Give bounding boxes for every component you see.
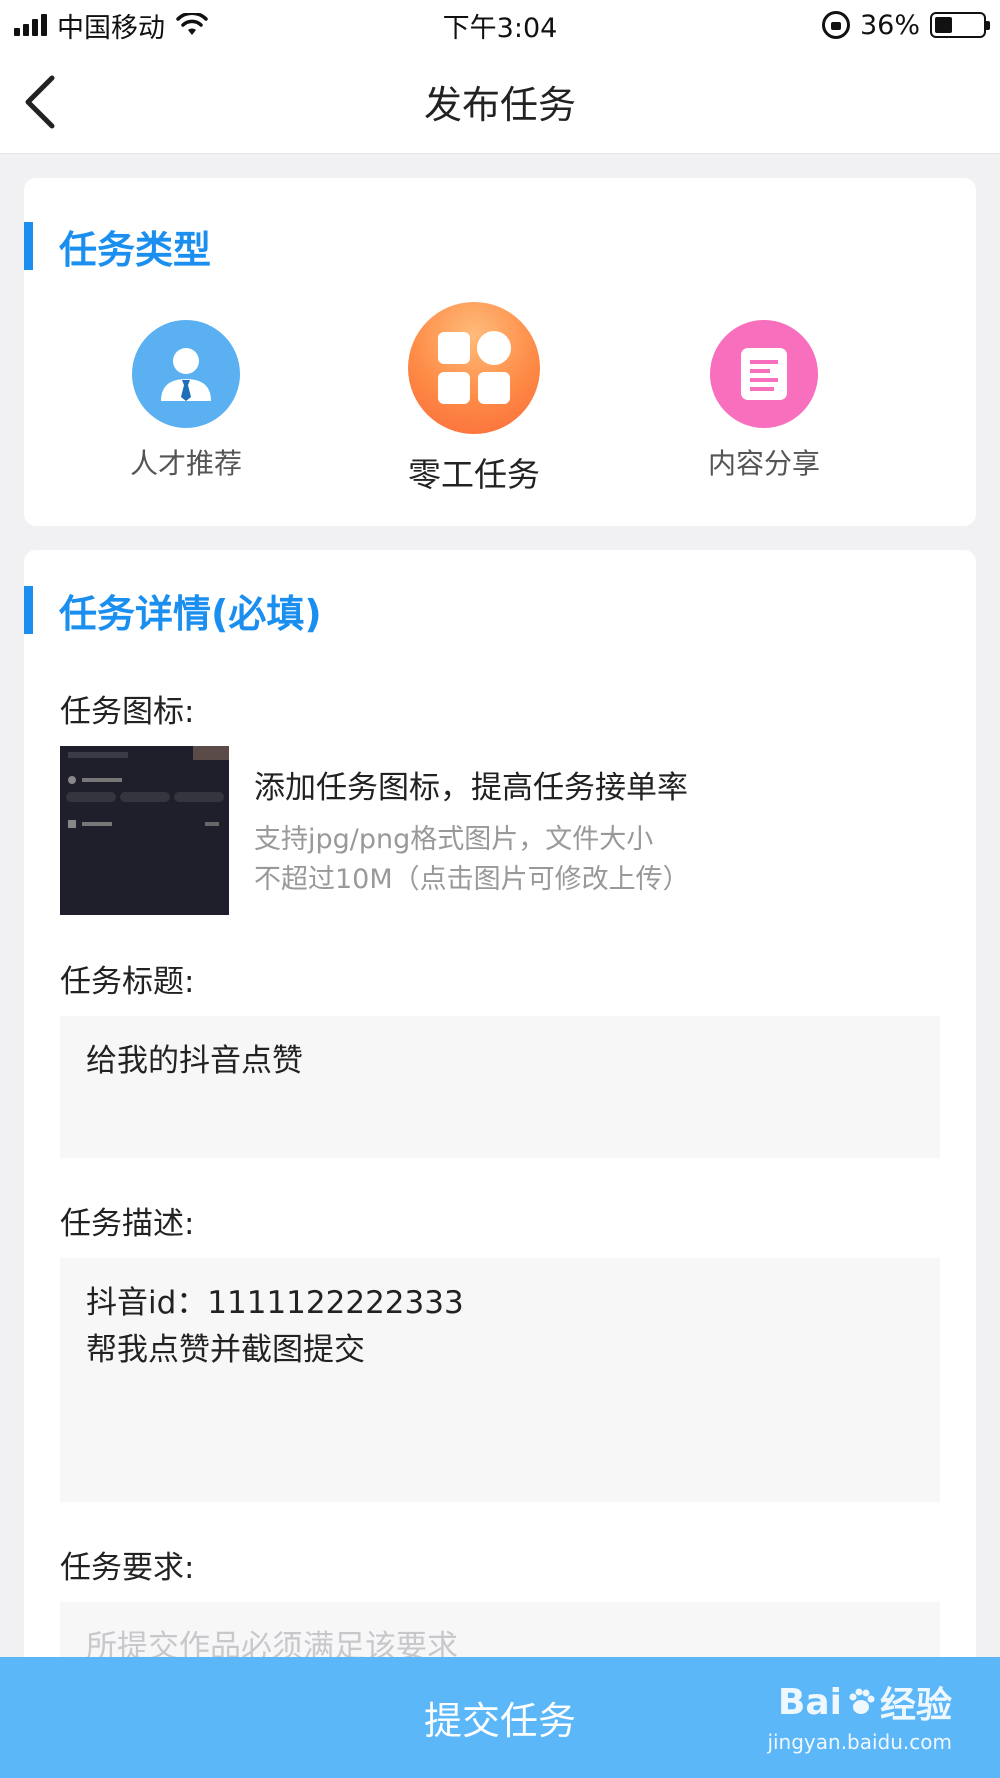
task-type-label: 零工任务 bbox=[408, 455, 540, 494]
wifi-icon bbox=[176, 13, 208, 35]
status-bar: 中国移动 下午3:04 36% bbox=[0, 0, 1000, 50]
watermark-logo-text: Bai bbox=[777, 1681, 842, 1723]
task-description-line: 帮我点赞并截图提交 bbox=[86, 1332, 365, 1368]
task-requirement-label: 任务要求: bbox=[60, 1550, 195, 1586]
task-type-talent[interactable]: 人才推荐 bbox=[112, 320, 260, 482]
upload-icon-hint: 支持jpg/png格式图片，文件大小 不超过10M（点击图片可修改上传） bbox=[254, 820, 690, 900]
grid-icon bbox=[408, 302, 540, 434]
status-time: 下午3:04 bbox=[442, 12, 558, 44]
section-accent-bar bbox=[24, 586, 33, 634]
signal-icon bbox=[14, 14, 47, 36]
battery-percent: 36% bbox=[859, 9, 920, 41]
task-type-heading: 任务类型 bbox=[24, 222, 211, 272]
carrier-label: 中国移动 bbox=[57, 12, 165, 44]
upload-icon-title: 添加任务图标，提高任务接单率 bbox=[254, 770, 688, 806]
battery-fill bbox=[935, 17, 952, 33]
rotation-lock-icon bbox=[821, 11, 850, 39]
document-icon bbox=[710, 320, 818, 428]
task-title-label: 任务标题: bbox=[60, 964, 195, 1000]
task-type-title: 任务类型 bbox=[59, 227, 212, 272]
task-type-gig[interactable]: 零工任务 bbox=[394, 302, 554, 496]
task-detail-title: 任务详情(必填) bbox=[59, 591, 322, 636]
paw-icon bbox=[849, 1688, 875, 1714]
section-accent-bar bbox=[24, 222, 33, 270]
baidu-jingyan-watermark: Bai 经验 jingyan.baidu.com bbox=[752, 1665, 952, 1765]
submit-task-label: 提交任务 bbox=[423, 1699, 576, 1743]
task-detail-heading: 任务详情(必填) bbox=[24, 586, 322, 636]
task-title-input[interactable]: 给我的抖音点赞 bbox=[60, 1016, 940, 1158]
task-type-label: 人才推荐 bbox=[129, 447, 242, 480]
task-type-label: 内容分享 bbox=[707, 447, 820, 480]
task-description-line: 抖音id：1111122222333 bbox=[86, 1285, 464, 1321]
watermark-url: jingyan.baidu.com bbox=[767, 1730, 952, 1754]
watermark-logo-text2: 经验 bbox=[879, 1685, 952, 1726]
page-title: 发布任务 bbox=[423, 83, 576, 127]
task-type-card: 任务类型 人才推荐 零工任务 内容分享 bbox=[24, 178, 976, 526]
task-detail-card: 任务详情(必填) 任务图标: 添加任务图标，提高任务接单率 支持jpg/png格… bbox=[24, 550, 976, 1778]
upload-hint-line: 不超过10M（点击图片可修改上传） bbox=[254, 864, 690, 895]
task-title-value: 给我的抖音点赞 bbox=[86, 1043, 303, 1079]
nav-bar: 发布任务 bbox=[0, 50, 1000, 154]
person-icon bbox=[132, 320, 240, 428]
watermark-logo: Bai 经验 bbox=[778, 1676, 952, 1728]
battery-icon bbox=[930, 12, 990, 38]
task-description-input[interactable]: 抖音id：1111122222333 帮我点赞并截图提交 bbox=[60, 1258, 940, 1502]
task-description-label: 任务描述: bbox=[60, 1206, 195, 1242]
task-icon-label: 任务图标: bbox=[60, 694, 195, 730]
task-icon-thumbnail[interactable] bbox=[60, 746, 229, 915]
upload-hint-line: 支持jpg/png格式图片，文件大小 bbox=[254, 824, 654, 855]
chevron-left-icon[interactable] bbox=[14, 72, 74, 132]
task-type-content[interactable]: 内容分享 bbox=[690, 320, 838, 482]
